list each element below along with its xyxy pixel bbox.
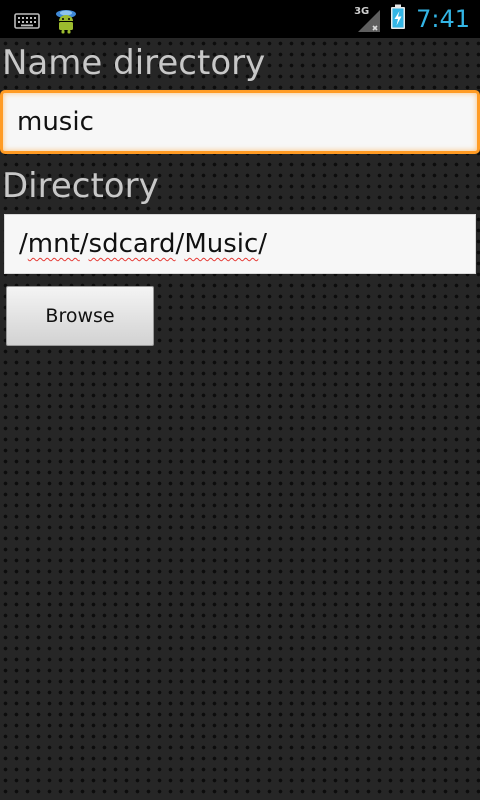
android-notification-icon — [54, 8, 78, 38]
system-status-area: 3G 7:41 — [354, 0, 470, 38]
browse-button[interactable]: Browse — [6, 286, 154, 346]
signal-icon: 3G — [354, 4, 384, 34]
path-segment-music: Music — [184, 229, 259, 259]
path-segment-mnt: mnt — [27, 229, 80, 259]
name-directory-value: music — [17, 107, 94, 137]
keyboard-icon — [14, 12, 40, 34]
name-directory-label: Name directory — [2, 43, 266, 83]
status-clock: 7:41 — [416, 5, 470, 33]
notification-area — [14, 8, 78, 38]
path-separator: / — [175, 229, 185, 259]
path-separator: / — [79, 229, 89, 259]
directory-input[interactable]: / mnt / sdcard / Music / — [4, 214, 476, 274]
path-segment-sdcard: sdcard — [88, 229, 176, 259]
path-separator: / — [19, 229, 28, 259]
directory-label: Directory — [2, 166, 159, 206]
status-bar: 3G 7:41 — [0, 0, 480, 38]
battery-charging-icon — [390, 4, 406, 34]
name-directory-input[interactable]: music — [0, 90, 480, 154]
path-separator: / — [258, 229, 268, 259]
